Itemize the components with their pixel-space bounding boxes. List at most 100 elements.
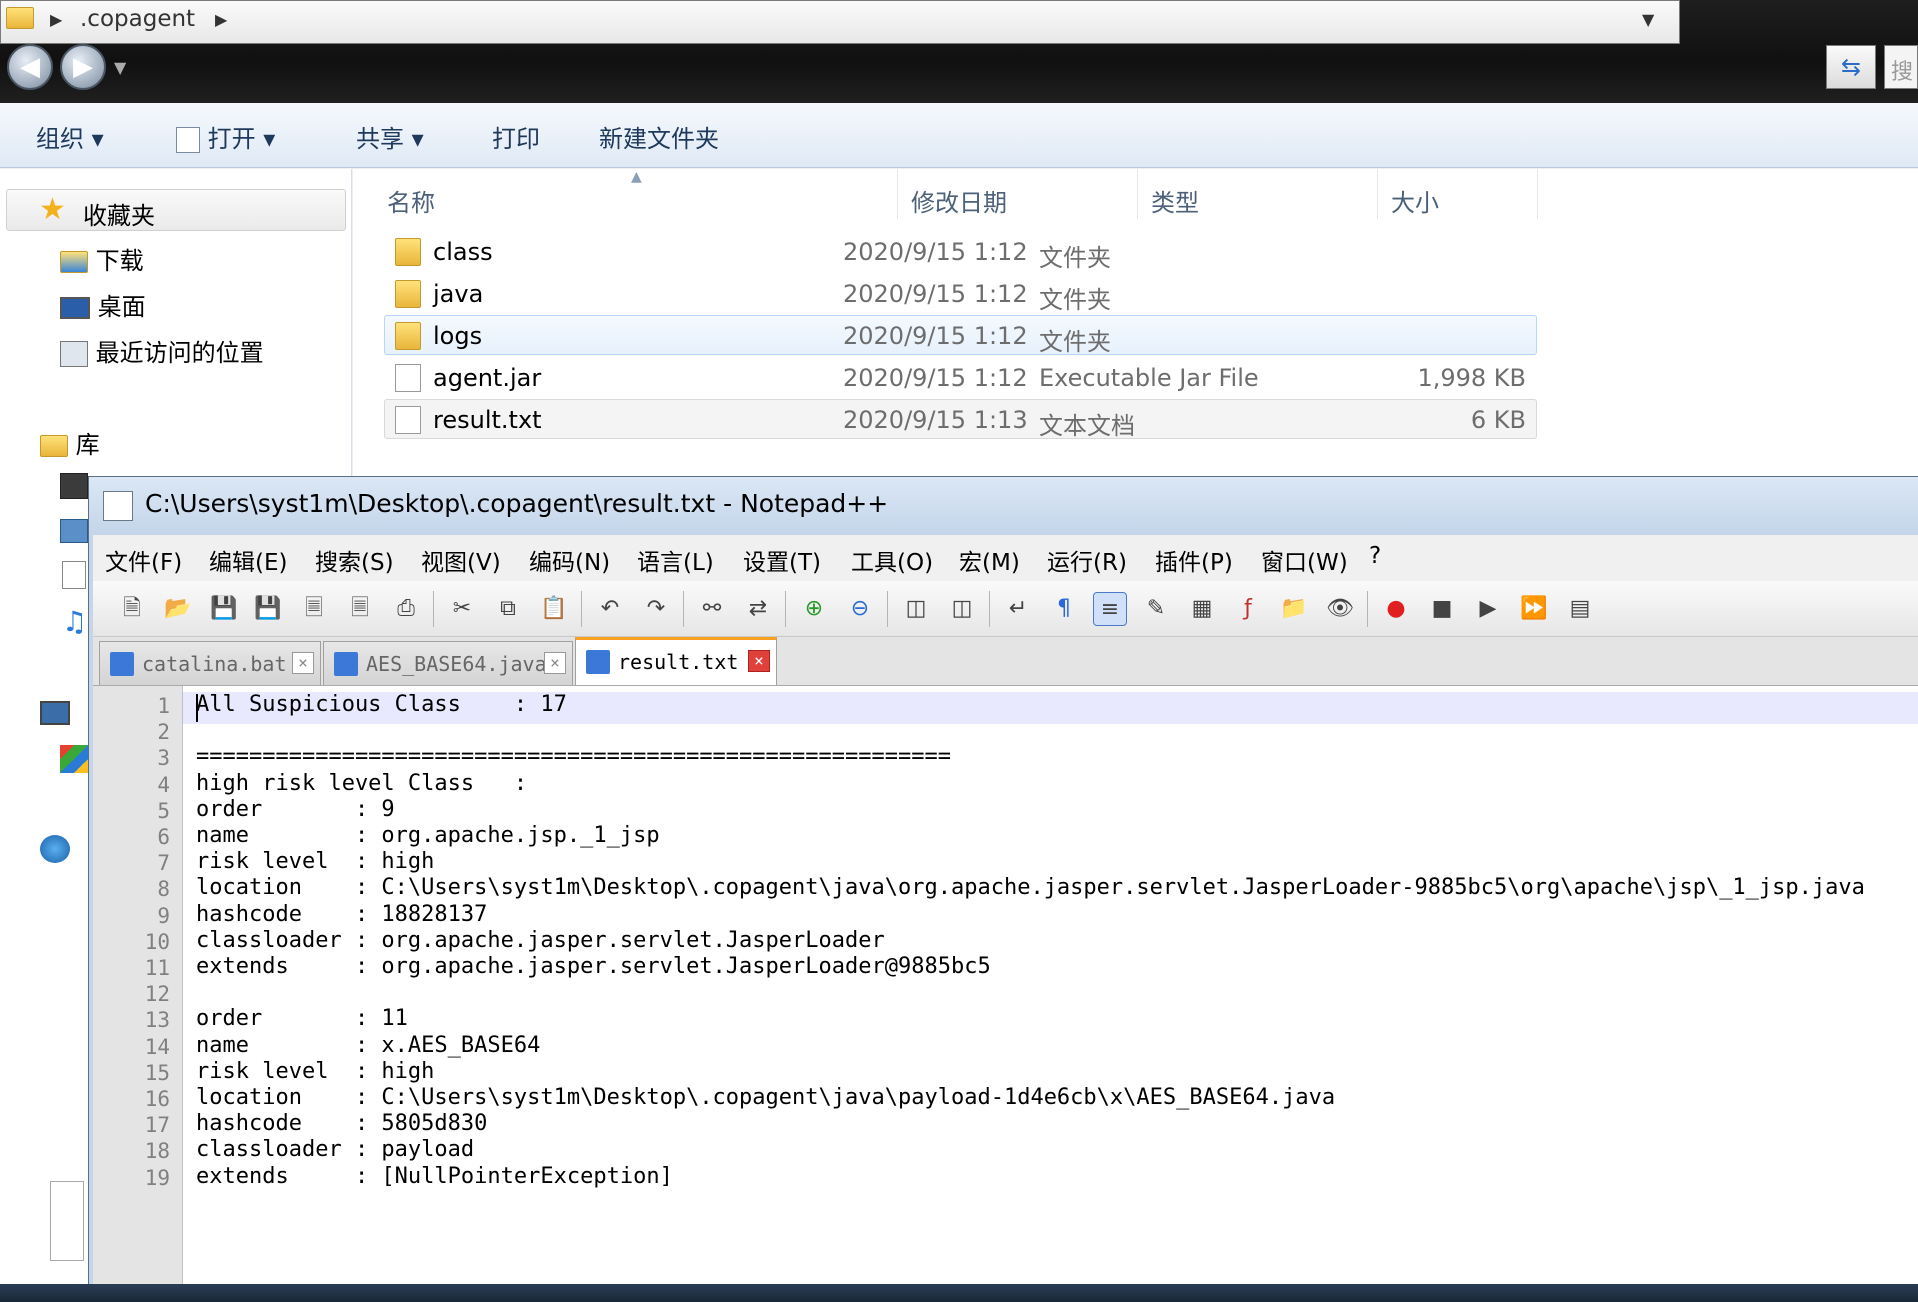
organize-button[interactable]: 组织 ▾ <box>36 119 104 154</box>
stop-macro-icon[interactable]: ■ <box>1425 592 1459 626</box>
menu-edit[interactable]: 编辑(E) <box>209 543 287 577</box>
menu-language[interactable]: 语言(L) <box>637 543 714 577</box>
line-number: 8 <box>157 877 170 902</box>
line-number: 16 <box>144 1087 170 1111</box>
save-all-icon[interactable]: 💾 <box>251 592 285 626</box>
line-number-gutter: 1 2 3 4 5 6 7 8 9 10 11 12 13 14 15 16 17 18 19 <box>93 686 183 1302</box>
saved-file-icon <box>586 650 610 674</box>
indent-guide-icon[interactable]: ≡ <box>1093 592 1127 626</box>
find-icon[interactable]: ⚯ <box>695 592 729 626</box>
menu-help[interactable]: ? <box>1369 543 1381 569</box>
arrow-right-icon: ▶ <box>73 52 93 82</box>
zoom-out-icon[interactable]: ⊖ <box>843 592 877 626</box>
nav-item-recent-places[interactable]: 最近访问的位置 <box>60 333 264 368</box>
notepad-titlebar[interactable]: C:\Users\syst1m\Desktop\.copagent\result… <box>89 477 1918 535</box>
address-dropdown-icon[interactable]: ▼ <box>1642 10 1654 29</box>
column-header-size[interactable]: 大小 <box>1391 183 1439 218</box>
menu-tools[interactable]: 工具(O) <box>851 543 933 577</box>
refresh-button[interactable]: ⇆ <box>1826 45 1876 89</box>
redo-icon[interactable]: ↷ <box>639 592 673 626</box>
menu-window[interactable]: 窗口(W) <box>1261 543 1348 577</box>
line-number: 11 <box>144 956 170 980</box>
undo-icon[interactable]: ↶ <box>593 592 627 626</box>
open-file-icon[interactable]: 📂 <box>161 592 195 626</box>
sync-vertical-icon[interactable]: ◫ <box>899 592 933 626</box>
computer-icon[interactable] <box>40 701 70 725</box>
nav-item-desktop[interactable]: 桌面 <box>60 287 146 322</box>
column-header-name[interactable]: 名称 <box>387 183 435 218</box>
play-macro-icon[interactable]: ▶ <box>1471 592 1505 626</box>
close-tab-icon[interactable]: × <box>292 652 314 674</box>
menu-view[interactable]: 视图(V) <box>421 543 501 577</box>
define-language-icon[interactable]: ✎ <box>1139 592 1173 626</box>
explorer-command-bar: 组织 ▾ 打开 ▾ 共享 ▾ 打印 新建文件夹 <box>0 103 1918 168</box>
close-tab-icon[interactable]: × <box>748 650 770 672</box>
menu-encoding[interactable]: 编码(N) <box>529 543 610 577</box>
sync-horizontal-icon[interactable]: ◫ <box>945 592 979 626</box>
open-button[interactable]: 打开 ▾ <box>176 119 275 154</box>
documents-icon[interactable] <box>62 561 86 589</box>
new-file-icon[interactable]: 🗎 <box>115 592 149 626</box>
taskbar <box>0 1284 1918 1302</box>
nav-item-downloads[interactable]: 下载 <box>60 241 144 276</box>
menu-settings[interactable]: 设置(T) <box>743 543 821 577</box>
close-file-icon[interactable]: 🗏 <box>297 592 331 626</box>
breadcrumb-copagent[interactable]: .copagent <box>80 6 195 32</box>
file-row-result-txt[interactable]: result.txt 2020/9/15 1:13 文本文档 6 KB <box>384 399 1537 440</box>
file-row-logs[interactable]: logs 2020/9/15 1:12 文件夹 <box>384 315 1537 356</box>
recent-pages-chevron-icon[interactable]: ▼ <box>114 58 126 77</box>
column-header-modified[interactable]: 修改日期 <box>911 183 1007 218</box>
editor-area[interactable]: 1 2 3 4 5 6 7 8 9 10 11 12 13 14 15 16 17 18 19 All Suspic… <box>93 685 1918 1302</box>
menu-macro[interactable]: 宏(M) <box>959 543 1020 577</box>
save-icon[interactable]: 💾 <box>207 592 241 626</box>
music-icon[interactable]: ♫ <box>62 605 87 638</box>
print-icon[interactable]: ⎙ <box>389 592 423 626</box>
close-tab-icon[interactable]: × <box>544 652 566 674</box>
recent-places-icon <box>60 341 88 367</box>
document-map-icon[interactable]: ▦ <box>1185 592 1219 626</box>
run-macro-multiple-icon[interactable]: ⏩ <box>1517 592 1551 626</box>
menu-plugins[interactable]: 插件(P) <box>1155 543 1233 577</box>
code-line: classloader : payload <box>196 1137 475 1163</box>
videos-icon[interactable] <box>60 473 88 499</box>
code-line: ========================================… <box>196 744 951 770</box>
paste-icon[interactable]: 📋 <box>537 592 571 626</box>
cut-icon[interactable]: ✂ <box>445 592 479 626</box>
copy-icon[interactable]: ⧉ <box>491 592 525 626</box>
function-list-icon[interactable]: ƒ <box>1231 592 1265 626</box>
folder-as-workspace-icon[interactable]: 📁 <box>1277 592 1311 626</box>
tab-catalina-bat[interactable]: catalina.bat × <box>99 641 321 685</box>
address-bar[interactable]: ▶ .copagent ▶ ▼ <box>0 0 1680 44</box>
replace-icon[interactable]: ⇄ <box>741 592 775 626</box>
menu-run[interactable]: 运行(R) <box>1047 543 1127 577</box>
search-input[interactable]: 搜 <box>1884 45 1918 89</box>
close-all-icon[interactable]: 🗏 <box>343 592 377 626</box>
line-number: 14 <box>144 1034 170 1059</box>
menu-file[interactable]: 文件(F) <box>105 543 182 577</box>
print-button[interactable]: 打印 <box>492 119 540 154</box>
network-icon[interactable] <box>40 835 70 863</box>
show-all-characters-icon[interactable]: ¶ <box>1047 592 1081 626</box>
record-macro-icon[interactable]: ● <box>1379 592 1413 626</box>
menu-search[interactable]: 搜索(S) <box>315 543 394 577</box>
nav-item-libraries[interactable]: 库 <box>40 425 100 460</box>
share-button[interactable]: 共享 ▾ <box>356 119 424 154</box>
tab-aes-base64-java[interactable]: AES_BASE64.java × <box>323 641 573 685</box>
menu-bar: 文件(F) 编辑(E) 搜索(S) 视图(V) 编码(N) 语言(L) 设置(T… <box>93 535 1918 581</box>
pictures-icon[interactable] <box>60 519 88 543</box>
save-macro-icon[interactable]: ▤ <box>1563 592 1597 626</box>
word-wrap-icon[interactable]: ↵ <box>1001 592 1035 626</box>
forward-button[interactable]: ▶ <box>60 44 106 90</box>
zoom-in-icon[interactable]: ⊕ <box>797 592 831 626</box>
monitoring-icon[interactable]: 👁 <box>1323 592 1357 626</box>
tab-result-txt[interactable]: result.txt × <box>575 637 777 685</box>
new-folder-button[interactable]: 新建文件夹 <box>599 119 719 154</box>
file-row-class[interactable]: class 2020/9/15 1:12 文件夹 <box>384 231 1537 272</box>
file-row-java[interactable]: java 2020/9/15 1:12 文件夹 <box>384 273 1537 314</box>
favorites-header[interactable]: ★ 收藏夹 <box>6 189 346 231</box>
back-button[interactable]: ◀ <box>7 44 53 90</box>
column-header-type[interactable]: 类型 <box>1151 183 1199 218</box>
window-title: C:\Users\syst1m\Desktop\.copagent\result… <box>145 489 889 518</box>
file-row-agent-jar[interactable]: agent.jar 2020/9/15 1:12 Executable Jar … <box>384 357 1537 397</box>
windows-drive-icon[interactable] <box>60 745 88 773</box>
